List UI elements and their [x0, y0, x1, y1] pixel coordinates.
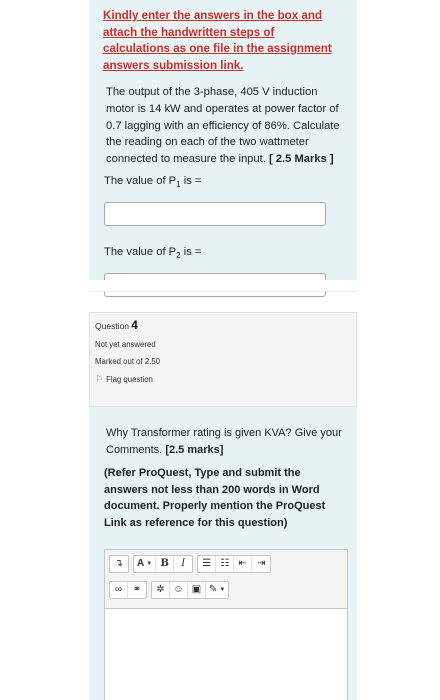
flag-question-label: Flag question — [106, 375, 153, 384]
question-3-panel: Kindly enter the answers in the box and … — [89, 0, 357, 298]
toolbar-row-2: ∞ ⚭ ✲ ☺ ▣ ✎ ▼ — [109, 580, 343, 599]
toolbar-group-links: ∞ ⚭ — [109, 580, 147, 599]
link-button[interactable]: ∞ — [110, 581, 128, 598]
image-icon: ▣ — [191, 584, 202, 595]
indent-icon: ⇥ — [256, 558, 266, 569]
numbered-list-button[interactable]: ☷ — [216, 555, 235, 572]
question-5-panel: Why Transformer rating is given KVA? Giv… — [89, 407, 357, 700]
toolbar-group-expand: ↴ — [109, 554, 129, 573]
unlink-button[interactable]: ⚭ — [128, 582, 146, 598]
question-number-value: 4 — [131, 320, 138, 332]
chevron-down-icon: ▼ — [219, 586, 226, 593]
expand-icon: ↴ — [114, 558, 124, 569]
editor-toolbar: ↴ A ▼ B I ☰ ☷ ⇤ ⇥ ∞ ⚭ ✲ ☺ ▣ ✎ ▼ — [105, 550, 347, 608]
toolbar-group-text: A ▼ B I — [133, 554, 194, 573]
unlink-icon: ⚭ — [132, 584, 142, 595]
bullet-list-icon: ☰ — [202, 558, 212, 569]
p2-prompt-suffix: is = — [180, 246, 202, 259]
instruction-text: Kindly enter the answers in the box and … — [103, 9, 332, 72]
toolbar-group-lists: ☰ ☷ ⇤ ⇥ — [197, 554, 272, 573]
marks-info: Marked out of 2.50 — [95, 357, 161, 366]
p1-prompt-suffix: is = — [180, 174, 202, 187]
separator — [89, 280, 357, 292]
bold-button[interactable]: B — [156, 555, 175, 572]
question-5-note: (Refer ProQuest, Type and submit the ans… — [104, 467, 326, 529]
numbered-list-icon: ☷ — [220, 558, 230, 569]
emoticon-button[interactable]: ☺ — [170, 581, 188, 598]
outdent-icon: ⇤ — [238, 558, 247, 569]
toolbar-row-1: ↴ A ▼ B I ☰ ☷ ⇤ ⇥ — [109, 554, 343, 573]
font-style-label: A — [137, 558, 145, 569]
italic-button[interactable]: I — [174, 556, 192, 572]
smiley-icon: ☺ — [173, 584, 184, 595]
chevron-down-icon: ▼ — [146, 560, 153, 567]
asterisk-icon: ✲ — [156, 584, 165, 595]
question-number: Question 4 — [95, 320, 356, 332]
p1-prompt: The value of P1 is = — [103, 175, 343, 189]
p1-answer-input[interactable] — [104, 202, 326, 227]
question-5-marks: [2.5 marks] — [165, 443, 224, 456]
question-3-text: The output of the 3-phase, 405 V inducti… — [103, 84, 343, 168]
toolbar-group-media: ✲ ☺ ▣ ✎ ▼ — [151, 580, 230, 599]
question-label: Question — [95, 321, 130, 331]
question-5-body: Why Transformer rating is given KVA? Giv… — [106, 427, 342, 456]
link-icon: ∞ — [114, 584, 123, 595]
outdent-button[interactable]: ⇤ — [234, 555, 253, 572]
bullet-list-button[interactable]: ☰ — [198, 555, 217, 572]
insert-image-button[interactable]: ▣ — [188, 581, 206, 598]
brush-icon: ✎ — [209, 584, 218, 595]
question-5-text: Why Transformer rating is given KVA? Giv… — [103, 425, 343, 458]
editor-content-area[interactable] — [105, 608, 347, 700]
record-media-button[interactable]: ✎ ▼ — [206, 582, 228, 598]
indent-button[interactable]: ⇥ — [252, 556, 270, 572]
question-3-marks: [ 2.5 Marks ] — [268, 153, 334, 166]
rich-text-editor: ↴ A ▼ B I ☰ ☷ ⇤ ⇥ ∞ ⚭ ✲ ☺ ▣ ✎ ▼ — [104, 549, 348, 700]
font-style-dropdown[interactable]: A ▼ — [134, 555, 157, 572]
p2-prompt: The value of P2 is = — [103, 246, 343, 260]
question-4-info: Question 4 Not yet answered Marked out o… — [89, 312, 357, 407]
flag-icon: ⚐ — [95, 374, 104, 384]
flag-question-link[interactable]: ⚐ Flag question — [95, 374, 356, 385]
expand-toolbar-button[interactable]: ↴ — [110, 556, 128, 572]
answer-status: Not yet answered — [95, 340, 156, 349]
p2-prompt-text: The value of P — [104, 246, 177, 259]
special-char-button[interactable]: ✲ — [152, 581, 170, 598]
p1-prompt-text: The value of P — [104, 174, 177, 187]
